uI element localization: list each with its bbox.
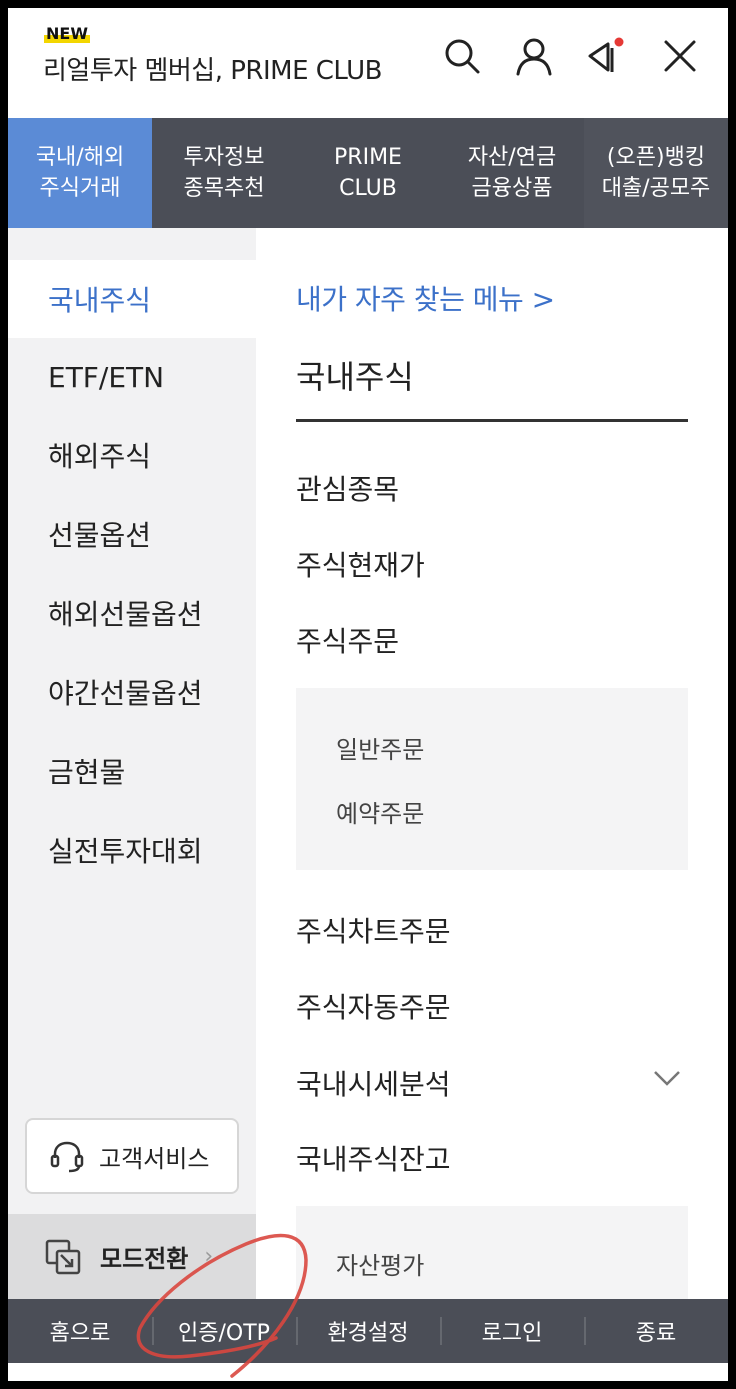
menu-item-watchlist[interactable]: 관심종목 (296, 468, 399, 508)
bottom-edge (8, 1363, 728, 1381)
menu-item-current-price[interactable]: 주식현재가 (296, 544, 425, 584)
menu-item-market-analysis[interactable]: 국내시세분석 (296, 1063, 451, 1103)
login-button[interactable]: 로그인 (440, 1315, 584, 1347)
sidebar: 국내주식 ETF/ETN 해외주식 선물옵션 해외선물옵션 야간선물옵션 금현물… (8, 228, 256, 1299)
section-title: 국내주식 (296, 358, 414, 396)
submenu-item-asset-valuation[interactable]: 자산평가 (336, 1246, 424, 1281)
menu-item-stock-order[interactable]: 주식주문 (296, 620, 399, 660)
customer-service-button[interactable]: 고객서비스 (25, 1118, 239, 1194)
user-icon[interactable] (514, 36, 554, 76)
headset-icon (50, 1141, 84, 1173)
tab-stock-trading[interactable]: 국내/해외 주식거래 (8, 118, 152, 228)
close-icon[interactable] (660, 36, 700, 76)
bottom-toolbar: 홈으로 인증/OTP 환경설정 로그인 종료 (8, 1299, 728, 1363)
mode-switch-label: 모드전환 (100, 1245, 189, 1273)
exit-button[interactable]: 종료 (584, 1315, 728, 1347)
category-tabs: 국내/해외 주식거래 투자정보 종목추천 PRIME CLUB 자산/연금 금융상품 (… (8, 118, 728, 228)
favorite-menu-link[interactable]: 내가 자주 찾는 메뉴 > (296, 278, 555, 318)
sidebar-item-overseas-futures[interactable]: 해외선물옵션 (8, 574, 256, 652)
customer-service-label: 고객서비스 (99, 1144, 210, 1173)
balance-submenu: 자산평가 (296, 1206, 688, 1299)
sidebar-item-trading-contest[interactable]: 실전투자대회 (8, 811, 256, 889)
sidebar-item-night-futures[interactable]: 야간선물옵션 (8, 653, 256, 731)
app-screen: NEW 리얼투자 멤버십, PRIME CLUB 국내/해외 주식거래 투자정보 종… (8, 8, 728, 1381)
search-icon[interactable] (442, 36, 482, 76)
sidebar-item-etf-etn[interactable]: ETF/ETN (8, 338, 256, 416)
tab-investment-info[interactable]: 투자정보 종목추천 (152, 118, 296, 228)
home-button[interactable]: 홈으로 (8, 1315, 152, 1347)
mode-switch-icon (45, 1239, 81, 1274)
menu-item-stock-balance[interactable]: 국내주식잔고 (296, 1138, 451, 1178)
sidebar-item-futures-options[interactable]: 선물옵션 (8, 495, 256, 573)
header: NEW 리얼투자 멤버십, PRIME CLUB (8, 8, 728, 118)
menu-content: 내가 자주 찾는 메뉴 > 국내주식 관심종목 주식현재가 주식주문 일반주문 … (256, 228, 728, 1299)
sidebar-item-gold-spot[interactable]: 금현물 (8, 732, 256, 810)
membership-banner-title[interactable]: 리얼투자 멤버십, PRIME CLUB (43, 50, 382, 87)
tab-banking-loans[interactable]: (오픈)뱅킹 대출/공모주 (584, 118, 728, 228)
chevron-down-icon[interactable] (652, 1063, 682, 1093)
megaphone-icon[interactable] (586, 36, 626, 76)
menu-item-chart-order[interactable]: 주식차트주문 (296, 910, 451, 950)
submenu-item-reserved-order[interactable]: 예약주문 (336, 794, 424, 829)
sidebar-item-overseas-stock[interactable]: 해외주식 (8, 416, 256, 494)
mode-switch-button[interactable]: 모드전환 › (8, 1214, 256, 1299)
submenu-item-general-order[interactable]: 일반주문 (336, 730, 424, 765)
tab-prime-club[interactable]: PRIME CLUB (296, 118, 440, 228)
tab-assets-pension[interactable]: 자산/연금 금융상품 (440, 118, 584, 228)
sidebar-item-domestic-stock[interactable]: 국내주식 (8, 260, 256, 338)
settings-button[interactable]: 환경설정 (296, 1315, 440, 1347)
menu-item-auto-order[interactable]: 주식자동주문 (296, 986, 451, 1026)
chevron-right-icon: › (204, 1244, 214, 1269)
section-divider (296, 419, 688, 422)
order-submenu: 일반주문 예약주문 (296, 688, 688, 870)
new-badge: NEW (44, 24, 90, 43)
auth-otp-button[interactable]: 인증/OTP (152, 1315, 296, 1347)
